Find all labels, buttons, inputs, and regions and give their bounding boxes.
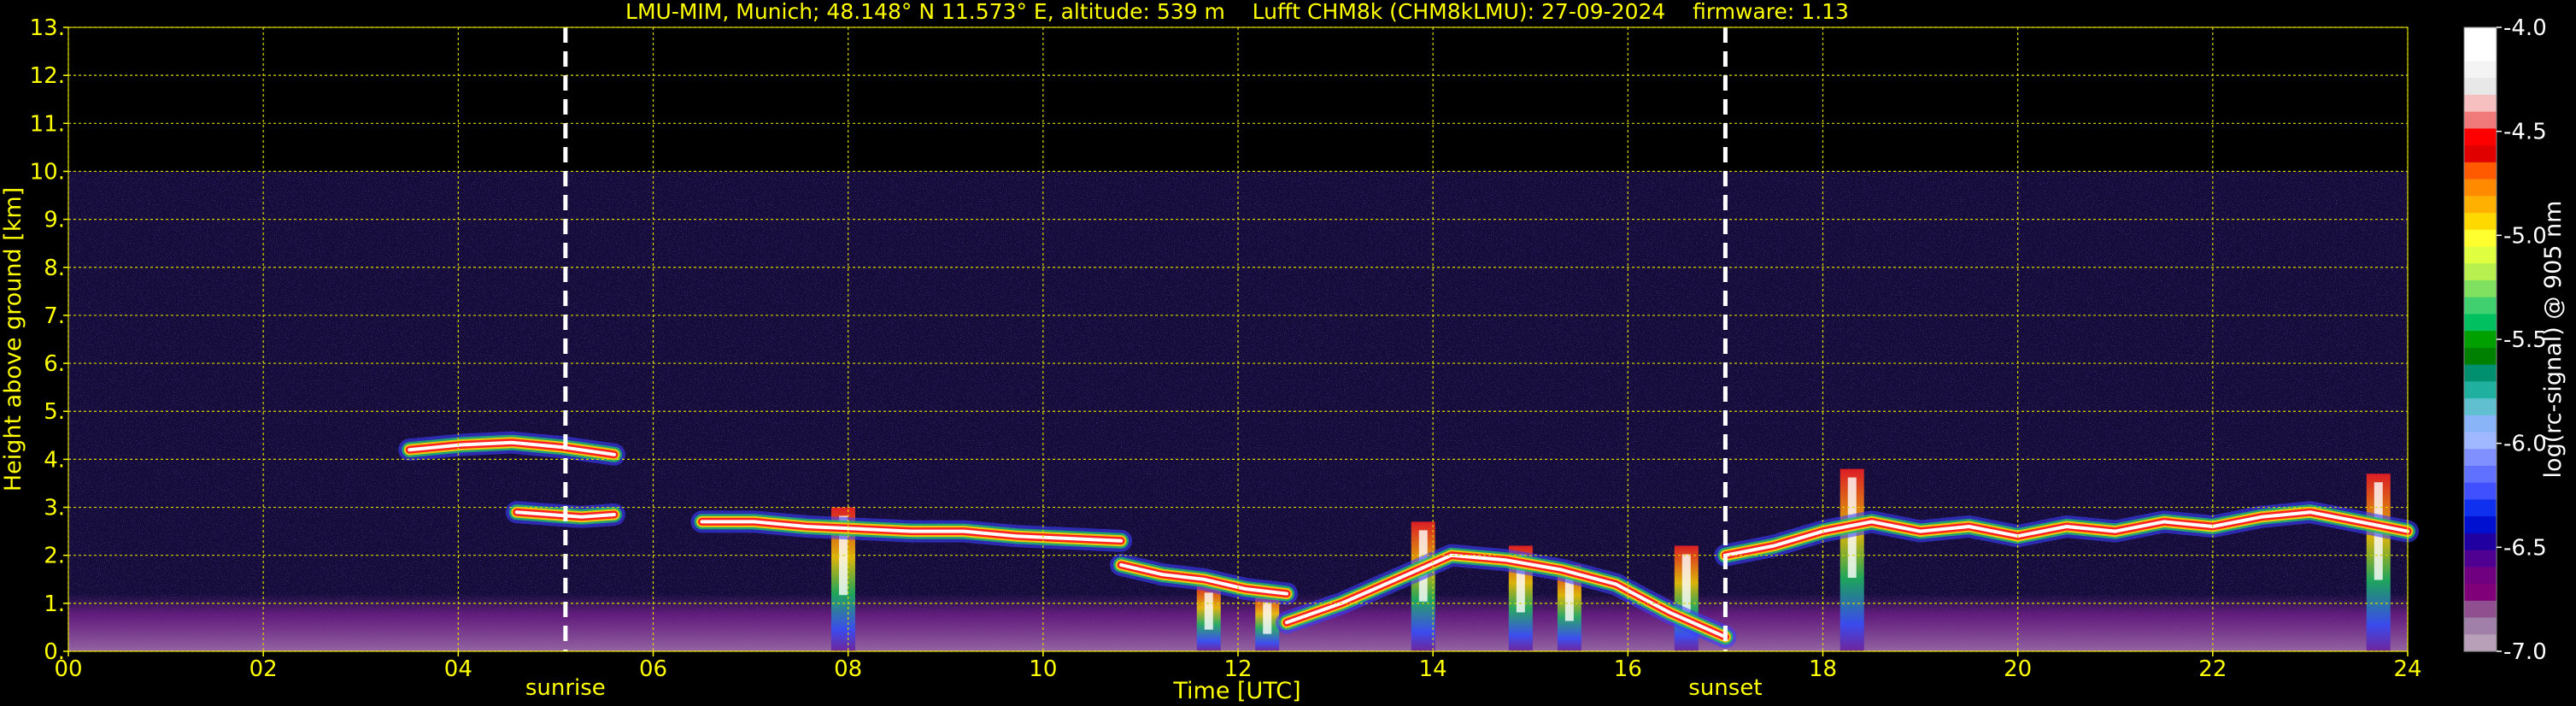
y-tick-label: 4. — [44, 447, 65, 473]
colorbar: -4.0-4.5-5.0-5.5-6.0-6.5-7.0 log(rc-sign… — [2463, 15, 2567, 665]
colorbar-swatch — [2464, 347, 2497, 366]
colorbar-swatch — [2464, 398, 2497, 416]
x-tick-label: 10 — [1029, 656, 1057, 682]
colorbar-tick-label: -4.0 — [2503, 15, 2547, 41]
colorbar-tick-label: -7.0 — [2503, 639, 2547, 665]
colorbar-swatch — [2464, 634, 2497, 652]
x-tick-label: 18 — [1809, 656, 1837, 682]
colorbar-swatch — [2464, 364, 2497, 382]
colorbar-swatch — [2464, 449, 2497, 467]
y-tick-label: 12. — [30, 63, 65, 89]
colorbar-tick-label: -4.5 — [2503, 120, 2547, 145]
y-tick-label: 9. — [44, 208, 65, 233]
colorbar-swatch — [2464, 111, 2497, 129]
colorbar-swatch — [2464, 617, 2497, 635]
y-tick-label: 1. — [44, 591, 65, 617]
colorbar-swatch — [2464, 532, 2497, 551]
convective-column-core — [1204, 592, 1213, 630]
colorbar-swatch — [2464, 213, 2497, 231]
sun-event-label: sunrise — [525, 675, 606, 701]
colorbar-swatch — [2464, 331, 2497, 349]
y-tick-label: 2. — [44, 544, 65, 569]
colorbar-swatch — [2464, 499, 2497, 517]
x-tick-label: 04 — [444, 656, 472, 682]
colorbar-swatch — [2464, 297, 2497, 315]
plot-area: sunrise sunset — [67, 26, 2419, 701]
colorbar-swatch — [2464, 196, 2497, 214]
colorbar-swatch — [2464, 246, 2497, 264]
convective-column-core — [1263, 602, 1272, 634]
colorbar-swatch — [2464, 314, 2497, 332]
y-ticks: 0. 1. 2. 3. 4. 5. 6. 7. 8. 9. 10. 11. 12. 13. — [30, 15, 68, 665]
colorbar-swatch — [2464, 465, 2497, 484]
x-tick-label: 14 — [1419, 656, 1447, 682]
x-tick-label: 20 — [2004, 656, 2032, 682]
ceilometer-chart: sunrise sunset 00 02 04 06 08 10 12 14 16 18 20 22 24… — [0, 0, 2567, 704]
y-tick-label: 6. — [44, 351, 65, 377]
x-tick-label: 02 — [249, 656, 278, 682]
colorbar-swatch — [2464, 27, 2497, 45]
x-tick-label: 24 — [2393, 656, 2421, 682]
y-axis-label: Height above ground [km] — [0, 187, 26, 491]
x-tick-label: 22 — [2198, 656, 2227, 682]
y-tick-label: 5. — [44, 399, 65, 425]
y-tick-label: 13. — [30, 15, 65, 41]
y-tick-label: 0. — [44, 639, 65, 665]
colorbar-swatch — [2464, 128, 2497, 146]
colorbar-swatch — [2464, 516, 2497, 534]
y-tick-label: 3. — [44, 496, 65, 521]
y-tick-label: 8. — [44, 256, 65, 281]
colorbar-swatch — [2464, 61, 2497, 79]
sun-event-label: sunset — [1688, 675, 1762, 701]
y-tick-label: 7. — [44, 303, 65, 329]
y-tick-label: 10. — [30, 159, 65, 185]
colorbar-swatch — [2464, 279, 2497, 298]
colorbar-swatch — [2464, 567, 2497, 585]
colorbar-swatch — [2464, 415, 2497, 433]
colorbar-swatch — [2464, 145, 2497, 163]
colorbar-swatch — [2464, 179, 2497, 197]
colorbar-swatches — [2464, 27, 2497, 652]
colorbar-label: log(rc-signal) @ 905 nm — [2540, 201, 2567, 479]
colorbar-swatch — [2464, 550, 2497, 568]
colorbar-tick-label: -6.5 — [2503, 535, 2547, 561]
colorbar-swatch — [2464, 94, 2497, 113]
colorbar-swatch — [2464, 381, 2497, 399]
x-axis-label: Time [UTC] — [1172, 678, 1300, 704]
colorbar-swatch — [2464, 44, 2497, 62]
chart-title: LMU-MIM, Munich; 48.148° N 11.573° E, al… — [625, 0, 1849, 24]
colorbar-swatch — [2464, 600, 2497, 619]
colorbar-swatch — [2464, 162, 2497, 180]
colorbar-swatch — [2464, 229, 2497, 248]
colorbar-swatch — [2464, 584, 2497, 602]
colorbar-ticks: -4.0-4.5-5.0-5.5-6.0-6.5-7.0 — [2497, 15, 2547, 665]
colorbar-swatch — [2464, 432, 2497, 450]
y-tick-label: 11. — [30, 111, 65, 137]
colorbar-swatch — [2464, 263, 2497, 281]
colorbar-swatch — [2464, 78, 2497, 96]
x-tick-label: 16 — [1614, 656, 1642, 682]
x-tick-label: 06 — [639, 656, 667, 682]
colorbar-swatch — [2464, 482, 2497, 501]
x-tick-label: 08 — [834, 656, 862, 682]
